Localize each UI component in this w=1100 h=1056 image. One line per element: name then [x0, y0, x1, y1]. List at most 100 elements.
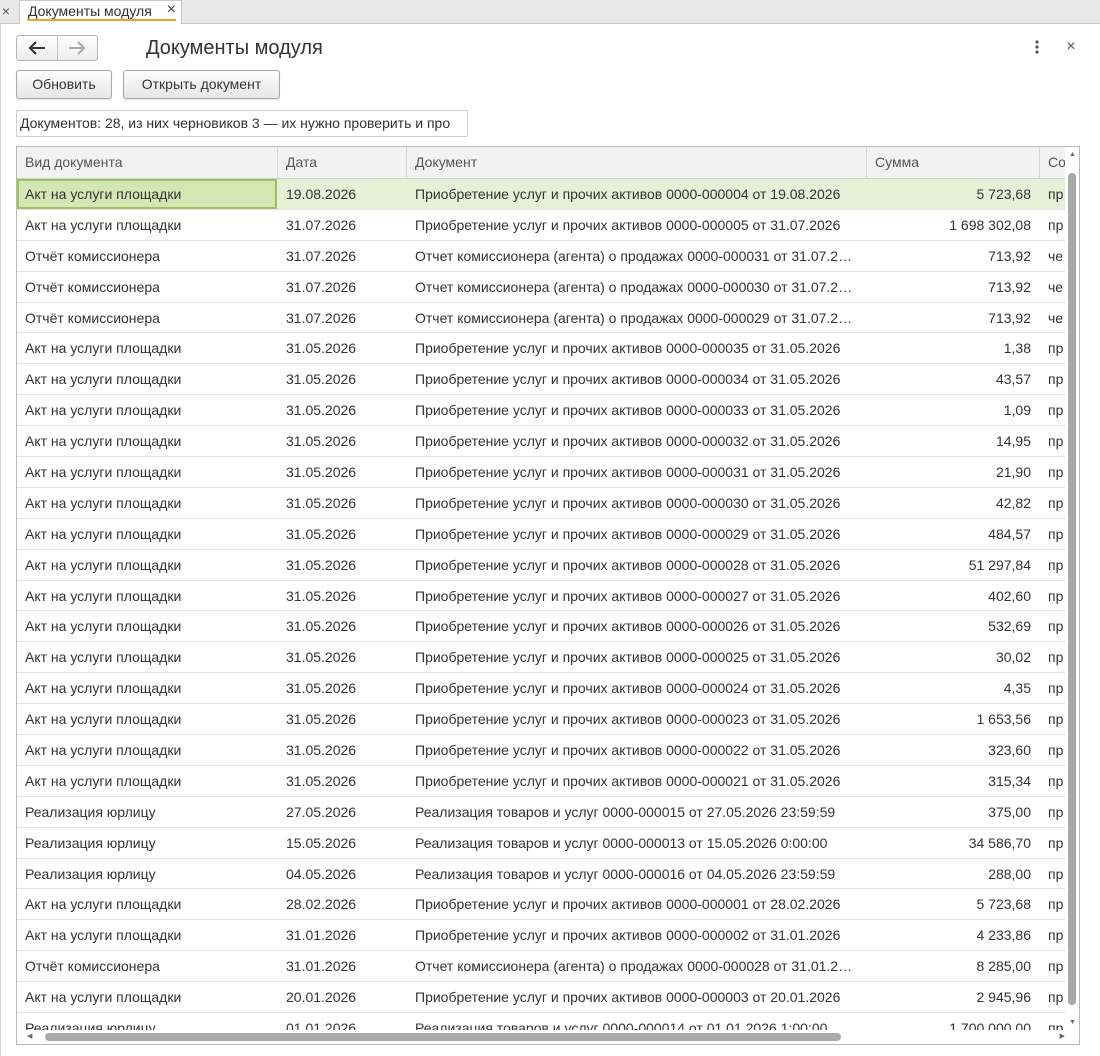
- cell-sum[interactable]: 34 586,70: [867, 828, 1039, 858]
- documents-table[interactable]: Вид документа Дата Документ Сумма Со Акт…: [16, 146, 1080, 1045]
- cell-document-kind[interactable]: Отчёт комиссионера: [17, 272, 277, 302]
- cell-sum[interactable]: 30,02: [867, 642, 1039, 672]
- table-row[interactable]: Акт на услуги площадки 31.01.2026 Приобрет…: [17, 920, 1065, 952]
- cell-status[interactable]: пр: [1040, 488, 1065, 518]
- cell-document[interactable]: Приобретение услуг и прочих активов 0000…: [407, 179, 866, 209]
- table-row[interactable]: Акт на услуги площадки 31.05.2026 Приобрет…: [17, 642, 1065, 674]
- cell-sum[interactable]: 375,00: [867, 797, 1039, 827]
- cell-document-kind[interactable]: Акт на услуги площадки: [17, 519, 277, 549]
- cell-date[interactable]: 28.02.2026: [278, 889, 406, 919]
- cell-status[interactable]: пр: [1040, 333, 1065, 363]
- table-row[interactable]: Акт на услуги площадки 31.05.2026 Приобрет…: [17, 457, 1065, 488]
- cell-status[interactable]: пр: [1040, 828, 1065, 858]
- cell-date[interactable]: 31.05.2026: [278, 673, 406, 703]
- table-row[interactable]: Акт на услуги площадки 31.05.2026 Приобрет…: [17, 426, 1065, 458]
- cell-document-kind[interactable]: Акт на услуги площадки: [17, 735, 277, 765]
- cell-document[interactable]: Приобретение услуг и прочих активов 0000…: [407, 581, 866, 611]
- table-row[interactable]: Реализация юрлицу 04.05.2026 Реализация то…: [17, 859, 1065, 890]
- table-row[interactable]: Акт на услуги площадки 31.05.2026 Приобрет…: [17, 333, 1065, 365]
- cell-date[interactable]: 15.05.2026: [278, 828, 406, 858]
- cell-document-kind[interactable]: Акт на услуги площадки: [17, 364, 277, 394]
- cell-date[interactable]: 31.05.2026: [278, 488, 406, 518]
- cell-document-kind[interactable]: Акт на услуги площадки: [17, 920, 277, 950]
- cell-document[interactable]: Реализация товаров и услуг 0000-000015 о…: [407, 797, 866, 827]
- cell-date[interactable]: 31.05.2026: [278, 611, 406, 641]
- cell-status[interactable]: че: [1040, 303, 1065, 333]
- cell-document[interactable]: Отчет комиссионера (агента) о продажах 0…: [407, 303, 866, 333]
- cell-document-kind[interactable]: Отчёт комиссионера: [17, 303, 277, 333]
- cell-document[interactable]: Приобретение услуг и прочих активов 0000…: [407, 704, 866, 734]
- cell-document[interactable]: Приобретение услуг и прочих активов 0000…: [407, 735, 866, 765]
- cell-date[interactable]: 31.07.2026: [278, 272, 406, 302]
- cell-document[interactable]: Приобретение услуг и прочих активов 0000…: [407, 333, 866, 363]
- cell-document[interactable]: Приобретение услуг и прочих активов 0000…: [407, 889, 866, 919]
- cell-date[interactable]: 31.05.2026: [278, 395, 406, 425]
- cell-document-kind[interactable]: Отчёт комиссионера: [17, 951, 277, 981]
- cell-date[interactable]: 04.05.2026: [278, 859, 406, 889]
- cell-sum[interactable]: 5 723,68: [867, 179, 1039, 209]
- cell-date[interactable]: 31.05.2026: [278, 426, 406, 456]
- cell-document-kind[interactable]: Акт на услуги площадки: [17, 426, 277, 456]
- cell-document-kind[interactable]: Акт на услуги площадки: [17, 704, 277, 734]
- cell-document[interactable]: Приобретение услуг и прочих активов 0000…: [407, 488, 866, 518]
- cell-sum[interactable]: 1,09: [867, 395, 1039, 425]
- cell-document-kind[interactable]: Реализация юрлицу: [17, 828, 277, 858]
- close-left-icon[interactable]: ×: [0, 2, 12, 20]
- cell-date[interactable]: 27.05.2026: [278, 797, 406, 827]
- column-header-kind[interactable]: Вид документа: [17, 147, 278, 178]
- cell-document[interactable]: Реализация товаров и услуг 0000-000013 о…: [407, 828, 866, 858]
- cell-status[interactable]: пр: [1040, 426, 1065, 456]
- cell-date[interactable]: 31.01.2026: [278, 920, 406, 950]
- vertical-dots-icon[interactable]: [1031, 38, 1043, 56]
- cell-document-kind[interactable]: Отчёт комиссионера: [17, 241, 277, 271]
- cell-status[interactable]: пр: [1040, 797, 1065, 827]
- cell-sum[interactable]: 1 653,56: [867, 704, 1039, 734]
- table-row[interactable]: Реализация юрлицу 01.01.2026 Реализация то…: [17, 1013, 1065, 1030]
- cell-document-kind[interactable]: Акт на услуги площадки: [17, 550, 277, 580]
- table-row[interactable]: Акт на услуги площадки 31.05.2026 Приобрет…: [17, 519, 1065, 550]
- table-row[interactable]: Акт на услуги площадки 31.05.2026 Приобрет…: [17, 673, 1065, 705]
- column-header-date[interactable]: Дата: [278, 147, 407, 178]
- forward-button[interactable]: [57, 36, 97, 60]
- cell-document[interactable]: Приобретение услуг и прочих активов 0000…: [407, 550, 866, 580]
- cell-date[interactable]: 31.05.2026: [278, 766, 406, 796]
- vertical-scrollbar[interactable]: ▲ ▼: [1067, 151, 1077, 1027]
- cell-status[interactable]: пр: [1040, 766, 1065, 796]
- table-row[interactable]: Акт на услуги площадки 31.05.2026 Приобрет…: [17, 550, 1065, 581]
- cell-date[interactable]: 31.05.2026: [278, 364, 406, 394]
- table-row[interactable]: Реализация юрлицу 27.05.2026 Реализация то…: [17, 797, 1065, 828]
- cell-status[interactable]: пр: [1040, 395, 1065, 425]
- cell-sum[interactable]: 323,60: [867, 735, 1039, 765]
- table-row[interactable]: Акт на услуги площадки 31.05.2026 Приобрет…: [17, 364, 1065, 396]
- cell-document[interactable]: Приобретение услуг и прочих активов 0000…: [407, 673, 866, 703]
- cell-date[interactable]: 31.07.2026: [278, 241, 406, 271]
- cell-date[interactable]: 31.05.2026: [278, 550, 406, 580]
- cell-sum[interactable]: 2 945,96: [867, 982, 1039, 1012]
- cell-document-kind[interactable]: Акт на услуги площадки: [17, 642, 277, 672]
- cell-date[interactable]: 31.07.2026: [278, 210, 406, 240]
- cell-date[interactable]: 19.08.2026: [278, 179, 406, 209]
- cell-sum[interactable]: 42,82: [867, 488, 1039, 518]
- cell-date[interactable]: 31.05.2026: [278, 642, 406, 672]
- cell-document[interactable]: Приобретение услуг и прочих активов 0000…: [407, 519, 866, 549]
- cell-sum[interactable]: 713,92: [867, 272, 1039, 302]
- cell-document-kind[interactable]: Акт на услуги площадки: [17, 395, 277, 425]
- cell-date[interactable]: 20.01.2026: [278, 982, 406, 1012]
- cell-document-kind[interactable]: Акт на услуги площадки: [17, 581, 277, 611]
- cell-document[interactable]: Приобретение услуг и прочих активов 0000…: [407, 920, 866, 950]
- table-row[interactable]: Акт на услуги площадки 19.08.2026 Приобрет…: [17, 179, 1065, 210]
- cell-document[interactable]: Приобретение услуг и прочих активов 0000…: [407, 642, 866, 672]
- cell-document-kind[interactable]: Реализация юрлицу: [17, 797, 277, 827]
- cell-status[interactable]: пр: [1040, 550, 1065, 580]
- scroll-up-icon[interactable]: ▲: [1069, 151, 1076, 159]
- cell-sum[interactable]: 713,92: [867, 303, 1039, 333]
- cell-document-kind[interactable]: Акт на услуги площадки: [17, 457, 277, 487]
- table-row[interactable]: Акт на услуги площадки 31.05.2026 Приобрет…: [17, 488, 1065, 519]
- cell-document[interactable]: Реализация товаров и услуг 0000-000014 о…: [407, 1013, 866, 1030]
- cell-document[interactable]: Реализация товаров и услуг 0000-000016 о…: [407, 859, 866, 889]
- tab-close-icon[interactable]: ×: [167, 1, 176, 19]
- table-row[interactable]: Акт на услуги площадки 31.05.2026 Приобрет…: [17, 611, 1065, 643]
- scroll-left-icon[interactable]: ◀: [27, 1033, 32, 1041]
- column-header-sum[interactable]: Сумма: [867, 147, 1040, 178]
- cell-date[interactable]: 31.05.2026: [278, 457, 406, 487]
